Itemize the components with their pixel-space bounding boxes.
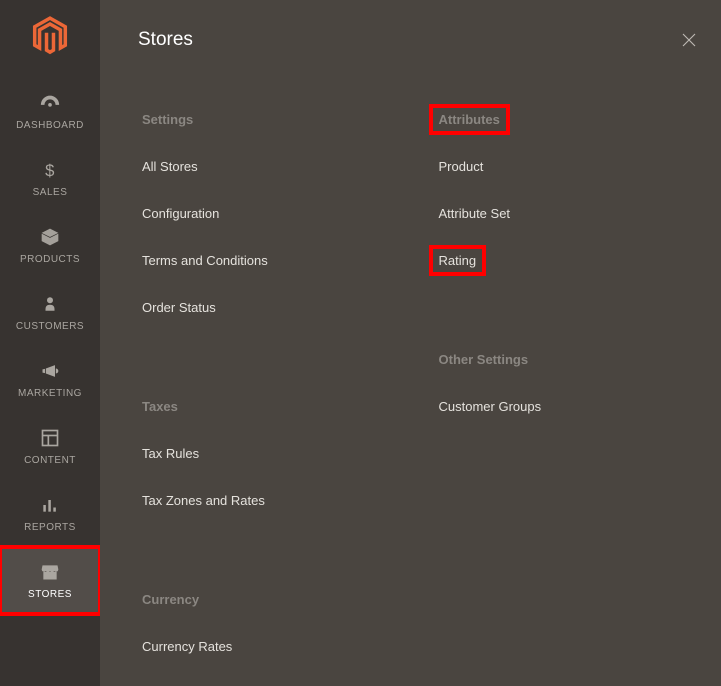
sidebar-item-content[interactable]: CONTENT bbox=[0, 413, 100, 480]
sidebar-item-label: STORES bbox=[28, 589, 72, 600]
sidebar-item-dashboard[interactable]: DASHBOARD bbox=[0, 78, 100, 145]
menu-link-terms[interactable]: Terms and Conditions bbox=[138, 251, 272, 270]
sidebar-item-stores[interactable]: STORES bbox=[0, 547, 100, 614]
menu-link-order-status[interactable]: Order Status bbox=[138, 298, 220, 317]
sidebar: DASHBOARD $ SALES PRODUCTS CUSTOMERS MARKETIN… bbox=[0, 0, 100, 686]
group-heading-taxes: Taxes bbox=[138, 397, 182, 416]
group-heading-other-settings: Other Settings bbox=[435, 350, 533, 369]
panel-column-left: Settings All Stores Configuration Terms and… bbox=[138, 110, 425, 684]
menu-link-configuration[interactable]: Configuration bbox=[138, 204, 223, 223]
menu-link-currency-rates[interactable]: Currency Rates bbox=[138, 637, 236, 656]
panel-title: Stores bbox=[138, 29, 193, 51]
menu-link-tax-zones[interactable]: Tax Zones and Rates bbox=[138, 491, 269, 510]
sidebar-item-label: CONTENT bbox=[24, 455, 76, 466]
sidebar-item-reports[interactable]: REPORTS bbox=[0, 480, 100, 547]
spacer bbox=[138, 538, 405, 590]
sidebar-item-label: REPORTS bbox=[24, 522, 76, 533]
spacer bbox=[435, 298, 702, 350]
person-icon bbox=[41, 293, 59, 315]
svg-text:$: $ bbox=[45, 161, 55, 180]
panel-column-right: Attributes Product Attribute Set Rating Othe… bbox=[425, 110, 702, 684]
sidebar-item-label: SALES bbox=[33, 187, 68, 198]
box-icon bbox=[40, 226, 60, 248]
magento-logo[interactable] bbox=[30, 14, 70, 58]
megaphone-icon bbox=[39, 360, 61, 382]
sidebar-item-label: PRODUCTS bbox=[20, 254, 80, 265]
sidebar-item-sales[interactable]: $ SALES bbox=[0, 145, 100, 212]
group-heading-attributes: Attributes bbox=[435, 110, 504, 129]
stores-panel: Stores Settings All Stores Configuration Te… bbox=[100, 0, 721, 686]
sidebar-item-marketing[interactable]: MARKETING bbox=[0, 346, 100, 413]
bars-icon bbox=[40, 494, 60, 516]
sidebar-item-label: MARKETING bbox=[18, 388, 82, 399]
menu-link-attribute-set[interactable]: Attribute Set bbox=[435, 204, 515, 223]
group-heading-settings: Settings bbox=[138, 110, 197, 129]
gauge-icon bbox=[39, 92, 61, 114]
layout-icon bbox=[40, 427, 60, 449]
menu-link-tax-rules[interactable]: Tax Rules bbox=[138, 444, 203, 463]
dollar-icon: $ bbox=[40, 159, 60, 181]
sidebar-item-label: DASHBOARD bbox=[16, 120, 84, 131]
sidebar-item-products[interactable]: PRODUCTS bbox=[0, 212, 100, 279]
store-icon bbox=[39, 561, 61, 583]
menu-link-customer-groups[interactable]: Customer Groups bbox=[435, 397, 546, 416]
menu-link-product[interactable]: Product bbox=[435, 157, 488, 176]
menu-link-rating[interactable]: Rating bbox=[435, 251, 481, 270]
menu-link-all-stores[interactable]: All Stores bbox=[138, 157, 202, 176]
sidebar-item-customers[interactable]: CUSTOMERS bbox=[0, 279, 100, 346]
group-heading-currency: Currency bbox=[138, 590, 203, 609]
close-icon[interactable] bbox=[677, 28, 701, 52]
sidebar-item-label: CUSTOMERS bbox=[16, 321, 84, 332]
spacer bbox=[138, 345, 405, 397]
